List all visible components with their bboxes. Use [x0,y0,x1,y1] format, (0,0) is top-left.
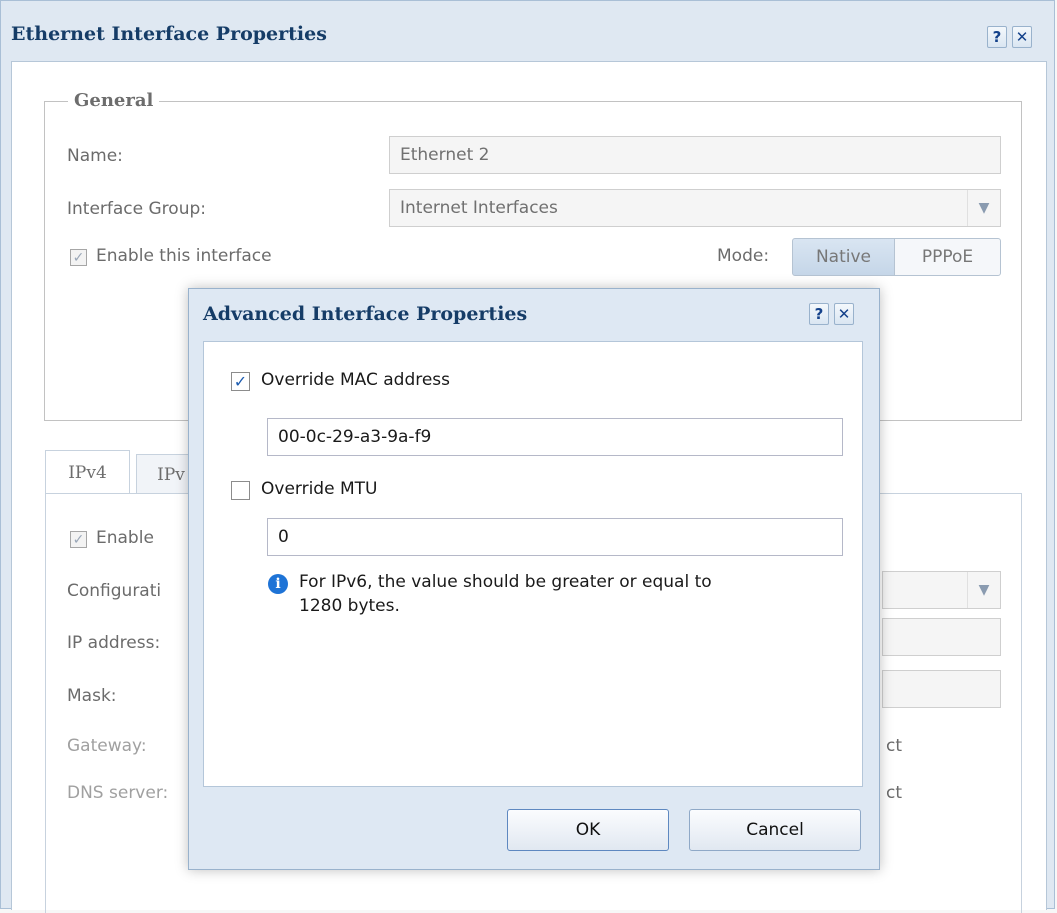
dns-option-text[interactable]: ct [886,783,902,803]
close-icon: ✕ [1015,28,1029,46]
gateway-label: Gateway: [67,736,147,756]
dialog-body: ✓ Override MAC address 00-0c-29-a3-9a-f9… [203,341,863,787]
dialog-close-button[interactable]: ✕ [834,303,854,325]
override-mtu-checkbox[interactable] [231,481,250,500]
enable-interface-label: Enable this interface [96,246,272,266]
dns-server-label: DNS server: [67,783,169,803]
dialog-help-button[interactable]: ? [809,303,829,325]
mask-field[interactable] [882,670,1001,708]
chevron-down-icon[interactable]: ▼ [967,190,1000,226]
info-icon: i [268,574,288,594]
gateway-option-text[interactable]: ct [886,736,902,756]
override-mtu-label: Override MTU [261,479,378,499]
cancel-button[interactable]: Cancel [689,809,861,851]
override-mac-label: Override MAC address [261,370,451,390]
mask-label: Mask: [67,686,117,706]
interface-group-value: Internet Interfaces [400,198,558,218]
close-button[interactable]: ✕ [1012,26,1032,48]
interface-group-label: Interface Group: [67,199,206,219]
tab-ipv4[interactable]: IPv4 [45,450,130,494]
mode-pppoe-button[interactable]: PPPoE [894,238,1001,276]
general-legend: General [68,90,160,111]
mode-native-button[interactable]: Native [792,238,895,276]
mode-label: Mode: [717,246,770,266]
ipv4-enable-label: Enable [96,528,154,548]
question-icon: ? [992,28,1002,46]
close-icon: ✕ [837,305,851,323]
question-icon: ? [814,305,824,323]
advanced-properties-dialog: Advanced Interface Properties ? ✕ ✓ Over… [188,288,880,870]
ipv4-enable-checkbox[interactable]: ✓ [70,531,87,548]
ip-address-field[interactable] [882,618,1001,656]
mac-address-input[interactable]: 00-0c-29-a3-9a-f9 [267,418,843,456]
ip-address-label: IP address: [67,633,161,653]
mtu-info-line-1: For IPv6, the value should be greater or… [299,572,712,592]
enable-interface-checkbox[interactable]: ✓ [70,249,87,266]
help-button[interactable]: ? [987,26,1007,48]
window-title: Ethernet Interface Properties [11,23,327,45]
configuration-label: Configurati [67,581,162,601]
interface-group-combo[interactable]: Internet Interfaces ▼ [389,189,1001,227]
override-mac-checkbox[interactable]: ✓ [231,372,250,391]
chevron-down-icon[interactable]: ▼ [967,572,1000,608]
mtu-info-line-2: 1280 bytes. [299,596,400,616]
name-field[interactable]: Ethernet 2 [389,136,1001,174]
dialog-title: Advanced Interface Properties [203,303,528,325]
ok-button[interactable]: OK [507,809,669,851]
name-label: Name: [67,146,123,166]
configuration-combo[interactable]: ▼ [882,571,1001,609]
mtu-input[interactable]: 0 [267,518,843,556]
